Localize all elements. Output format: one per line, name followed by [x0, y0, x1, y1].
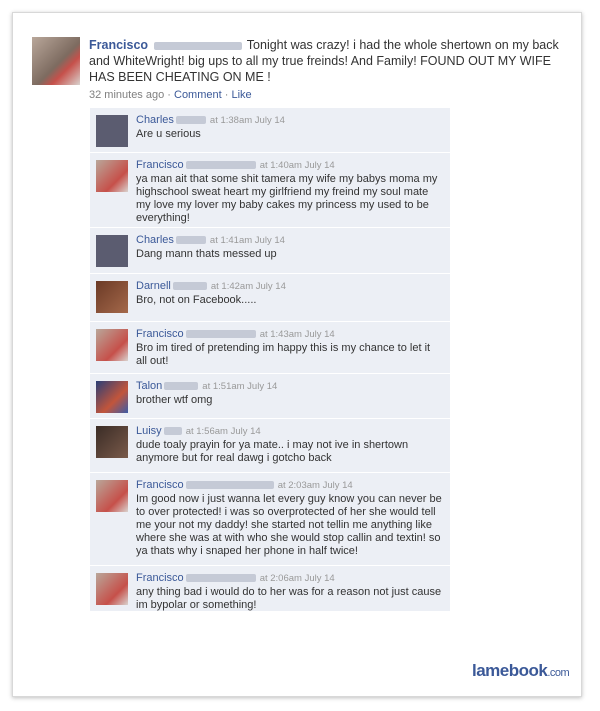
post-body: Francisco Tonight was crazy! i had the w…	[89, 37, 559, 103]
comment: Luisy at 1:56am July 14 dude toaly prayin…	[90, 419, 450, 473]
comment-time: at 1:43am July 14	[259, 329, 335, 340]
redacted-surname	[185, 574, 256, 583]
comment-time: at 2:06am July 14	[259, 573, 335, 584]
comment-text: Bro, not on Facebook.....	[136, 294, 257, 306]
comment-time: at 1:40am July 14	[259, 160, 335, 171]
lamebook-watermark: lamebook.com	[472, 661, 570, 681]
comment-text: ya man ait that some shit tamera my wife…	[136, 173, 438, 224]
redacted-surname	[175, 116, 206, 125]
post-time: 32 minutes ago	[89, 89, 165, 101]
redacted-surname	[164, 382, 199, 391]
comment: Charles at 1:41am July 14 Dang mann thats…	[90, 228, 450, 274]
comment-text: Dang mann thats messed up	[136, 248, 277, 260]
comment: Talon at 1:51am July 14 brother wtf omg	[90, 374, 450, 419]
comment: Charles at 1:38am July 14 Are u serious	[90, 108, 450, 153]
watermark-suffix: .com	[547, 667, 570, 679]
comment: Francisco at 1:43am July 14 Bro im tired …	[90, 322, 450, 374]
comment-time: at 1:56am July 14	[185, 426, 261, 437]
author-avatar[interactable]	[32, 37, 80, 85]
comment: Francisco at 2:06am July 14 any thing bad…	[90, 566, 450, 612]
commenter-avatar[interactable]	[96, 160, 128, 192]
commenter-name[interactable]: Talon	[136, 380, 162, 392]
commenter-avatar[interactable]	[96, 381, 128, 413]
commenter-name[interactable]: Luisy	[136, 425, 162, 437]
commenter-avatar[interactable]	[96, 573, 128, 605]
comment-list: Charles at 1:38am July 14 Are u serious F…	[90, 108, 450, 612]
comment-text: brother wtf omg	[136, 394, 213, 406]
comment-time: at 1:42am July 14	[210, 281, 286, 292]
comment-time: at 1:38am July 14	[209, 115, 285, 126]
comment-link[interactable]: Comment	[174, 89, 222, 101]
comment-text: Im good now i just wanna let every guy k…	[136, 493, 442, 557]
commenter-name[interactable]: Darnell	[136, 280, 171, 292]
watermark-brand: lamebook	[472, 661, 548, 680]
redacted-surname	[163, 427, 182, 436]
commenter-name[interactable]: Francisco	[136, 479, 184, 491]
comment-text: any thing bad i would do to her was for …	[136, 586, 442, 611]
redacted-surname	[185, 330, 256, 339]
commenter-avatar[interactable]	[96, 115, 128, 147]
commenter-avatar[interactable]	[96, 426, 128, 458]
comment: Darnell at 1:42am July 14 Bro, not on Fac…	[90, 274, 450, 322]
comment: Francisco at 1:40am July 14 ya man ait th…	[90, 153, 450, 228]
post-meta: 32 minutes ago · Comment · Like	[89, 89, 252, 101]
commenter-name[interactable]: Charles	[136, 114, 174, 126]
comment: Francisco at 2:03am July 14 Im good now i…	[90, 473, 450, 566]
redacted-surname	[185, 481, 274, 490]
commenter-avatar[interactable]	[96, 235, 128, 267]
comment-text: Are u serious	[136, 128, 201, 140]
commenter-avatar[interactable]	[96, 480, 128, 512]
commenter-avatar[interactable]	[96, 281, 128, 313]
commenter-avatar[interactable]	[96, 329, 128, 361]
redacted-surname	[172, 282, 207, 291]
comment-time: at 2:03am July 14	[277, 480, 353, 491]
redacted-surname	[175, 236, 206, 245]
redacted-surname	[153, 41, 242, 50]
like-link[interactable]: Like	[231, 89, 251, 101]
commenter-name[interactable]: Francisco	[136, 328, 184, 340]
comment-time: at 1:51am July 14	[202, 381, 278, 392]
comment-text: dude toaly prayin for ya mate.. i may no…	[136, 439, 409, 464]
commenter-name[interactable]: Charles	[136, 234, 174, 246]
comment-text: Bro im tired of pretending im happy this…	[136, 342, 431, 367]
commenter-name[interactable]: Francisco	[136, 159, 184, 171]
author-name[interactable]: Francisco	[89, 38, 148, 52]
commenter-name[interactable]: Francisco	[136, 572, 184, 584]
comment-time: at 1:41am July 14	[209, 235, 285, 246]
redacted-surname	[185, 161, 256, 170]
